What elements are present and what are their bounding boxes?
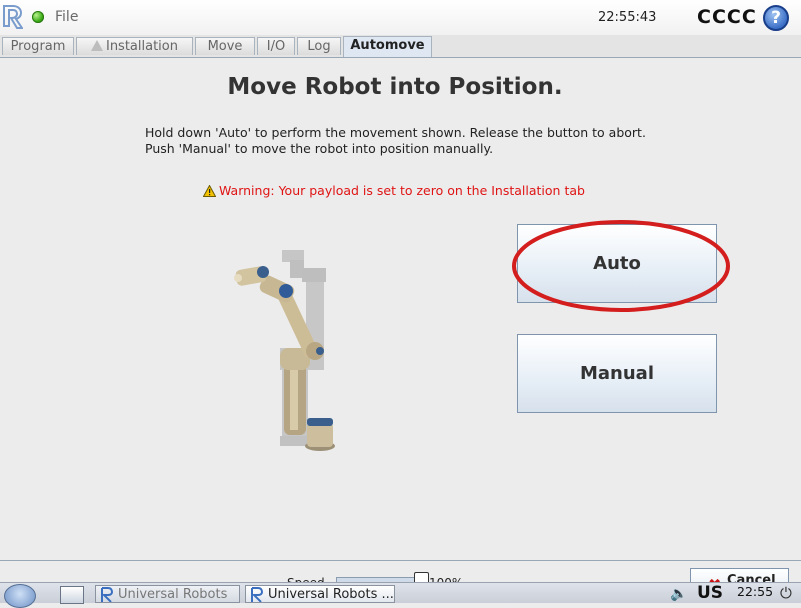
tab-io[interactable]: I/O <box>257 37 295 55</box>
file-menu[interactable]: File <box>55 9 78 25</box>
bottom-bar: Speed 100% ✖ Cancel <box>0 560 801 598</box>
universal-robots-logo-icon <box>251 587 264 602</box>
instruction-line-1: Hold down 'Auto' to perform the movement… <box>145 125 646 140</box>
volume-icon[interactable]: 🔈 <box>670 586 687 602</box>
tab-automove[interactable]: Automove <box>343 36 432 57</box>
warning-icon <box>90 40 103 51</box>
instruction-line-2: Push 'Manual' to move the robot into pos… <box>145 141 494 156</box>
instructions: Hold down 'Auto' to perform the movement… <box>145 125 646 157</box>
taskbar-item-universal-robots-active[interactable]: Universal Robots ... <box>245 585 395 603</box>
tray-clock: 22:55 <box>737 584 774 599</box>
clock: 22:55:43 <box>598 10 657 25</box>
start-menu-button[interactable] <box>4 584 36 608</box>
manual-button[interactable]: Manual <box>517 334 717 413</box>
universal-robots-logo-icon <box>3 5 23 29</box>
top-bar: File 22:55:43 CCCC ? <box>0 0 801 35</box>
tab-label: Program <box>10 39 66 54</box>
tab-log[interactable]: Log <box>297 37 341 55</box>
task-label: Universal Robots ... <box>268 587 394 602</box>
warning-text: Warning: Your payload is set to zero on … <box>219 183 585 198</box>
show-desktop-icon[interactable] <box>60 586 84 604</box>
tab-installation[interactable]: Installation <box>76 37 193 55</box>
robot-status-icon <box>32 11 44 23</box>
robot-name: CCCC <box>697 6 757 28</box>
help-icon[interactable]: ? <box>763 5 789 31</box>
taskbar-item-universal-robots[interactable]: Universal Robots <box>95 585 240 603</box>
payload-warning: Warning: Your payload is set to zero on … <box>203 183 585 198</box>
highlight-circle-annotation <box>512 220 730 312</box>
universal-robots-logo-icon <box>101 587 114 602</box>
power-icon[interactable]: ⏻ <box>780 584 792 602</box>
tab-label: Move <box>207 39 243 54</box>
task-label: Universal Robots <box>118 587 228 602</box>
tab-bar: Program Installation Move I/O Log Automo… <box>0 35 801 58</box>
os-taskbar: Universal Robots Universal Robots ... 🔈 … <box>0 582 801 608</box>
tab-label: Installation <box>105 39 178 54</box>
tab-label: Log <box>307 39 331 54</box>
tab-program[interactable]: Program <box>2 37 74 55</box>
tab-move[interactable]: Move <box>195 37 255 55</box>
tab-label: Automove <box>350 38 425 53</box>
keyboard-layout[interactable]: US <box>697 583 723 603</box>
automove-panel: Move Robot into Position. Hold down 'Aut… <box>0 58 801 560</box>
warning-icon <box>203 185 216 197</box>
tab-label: I/O <box>266 39 286 54</box>
robot-arm-image <box>234 250 335 451</box>
page-title: Move Robot into Position. <box>227 74 563 100</box>
